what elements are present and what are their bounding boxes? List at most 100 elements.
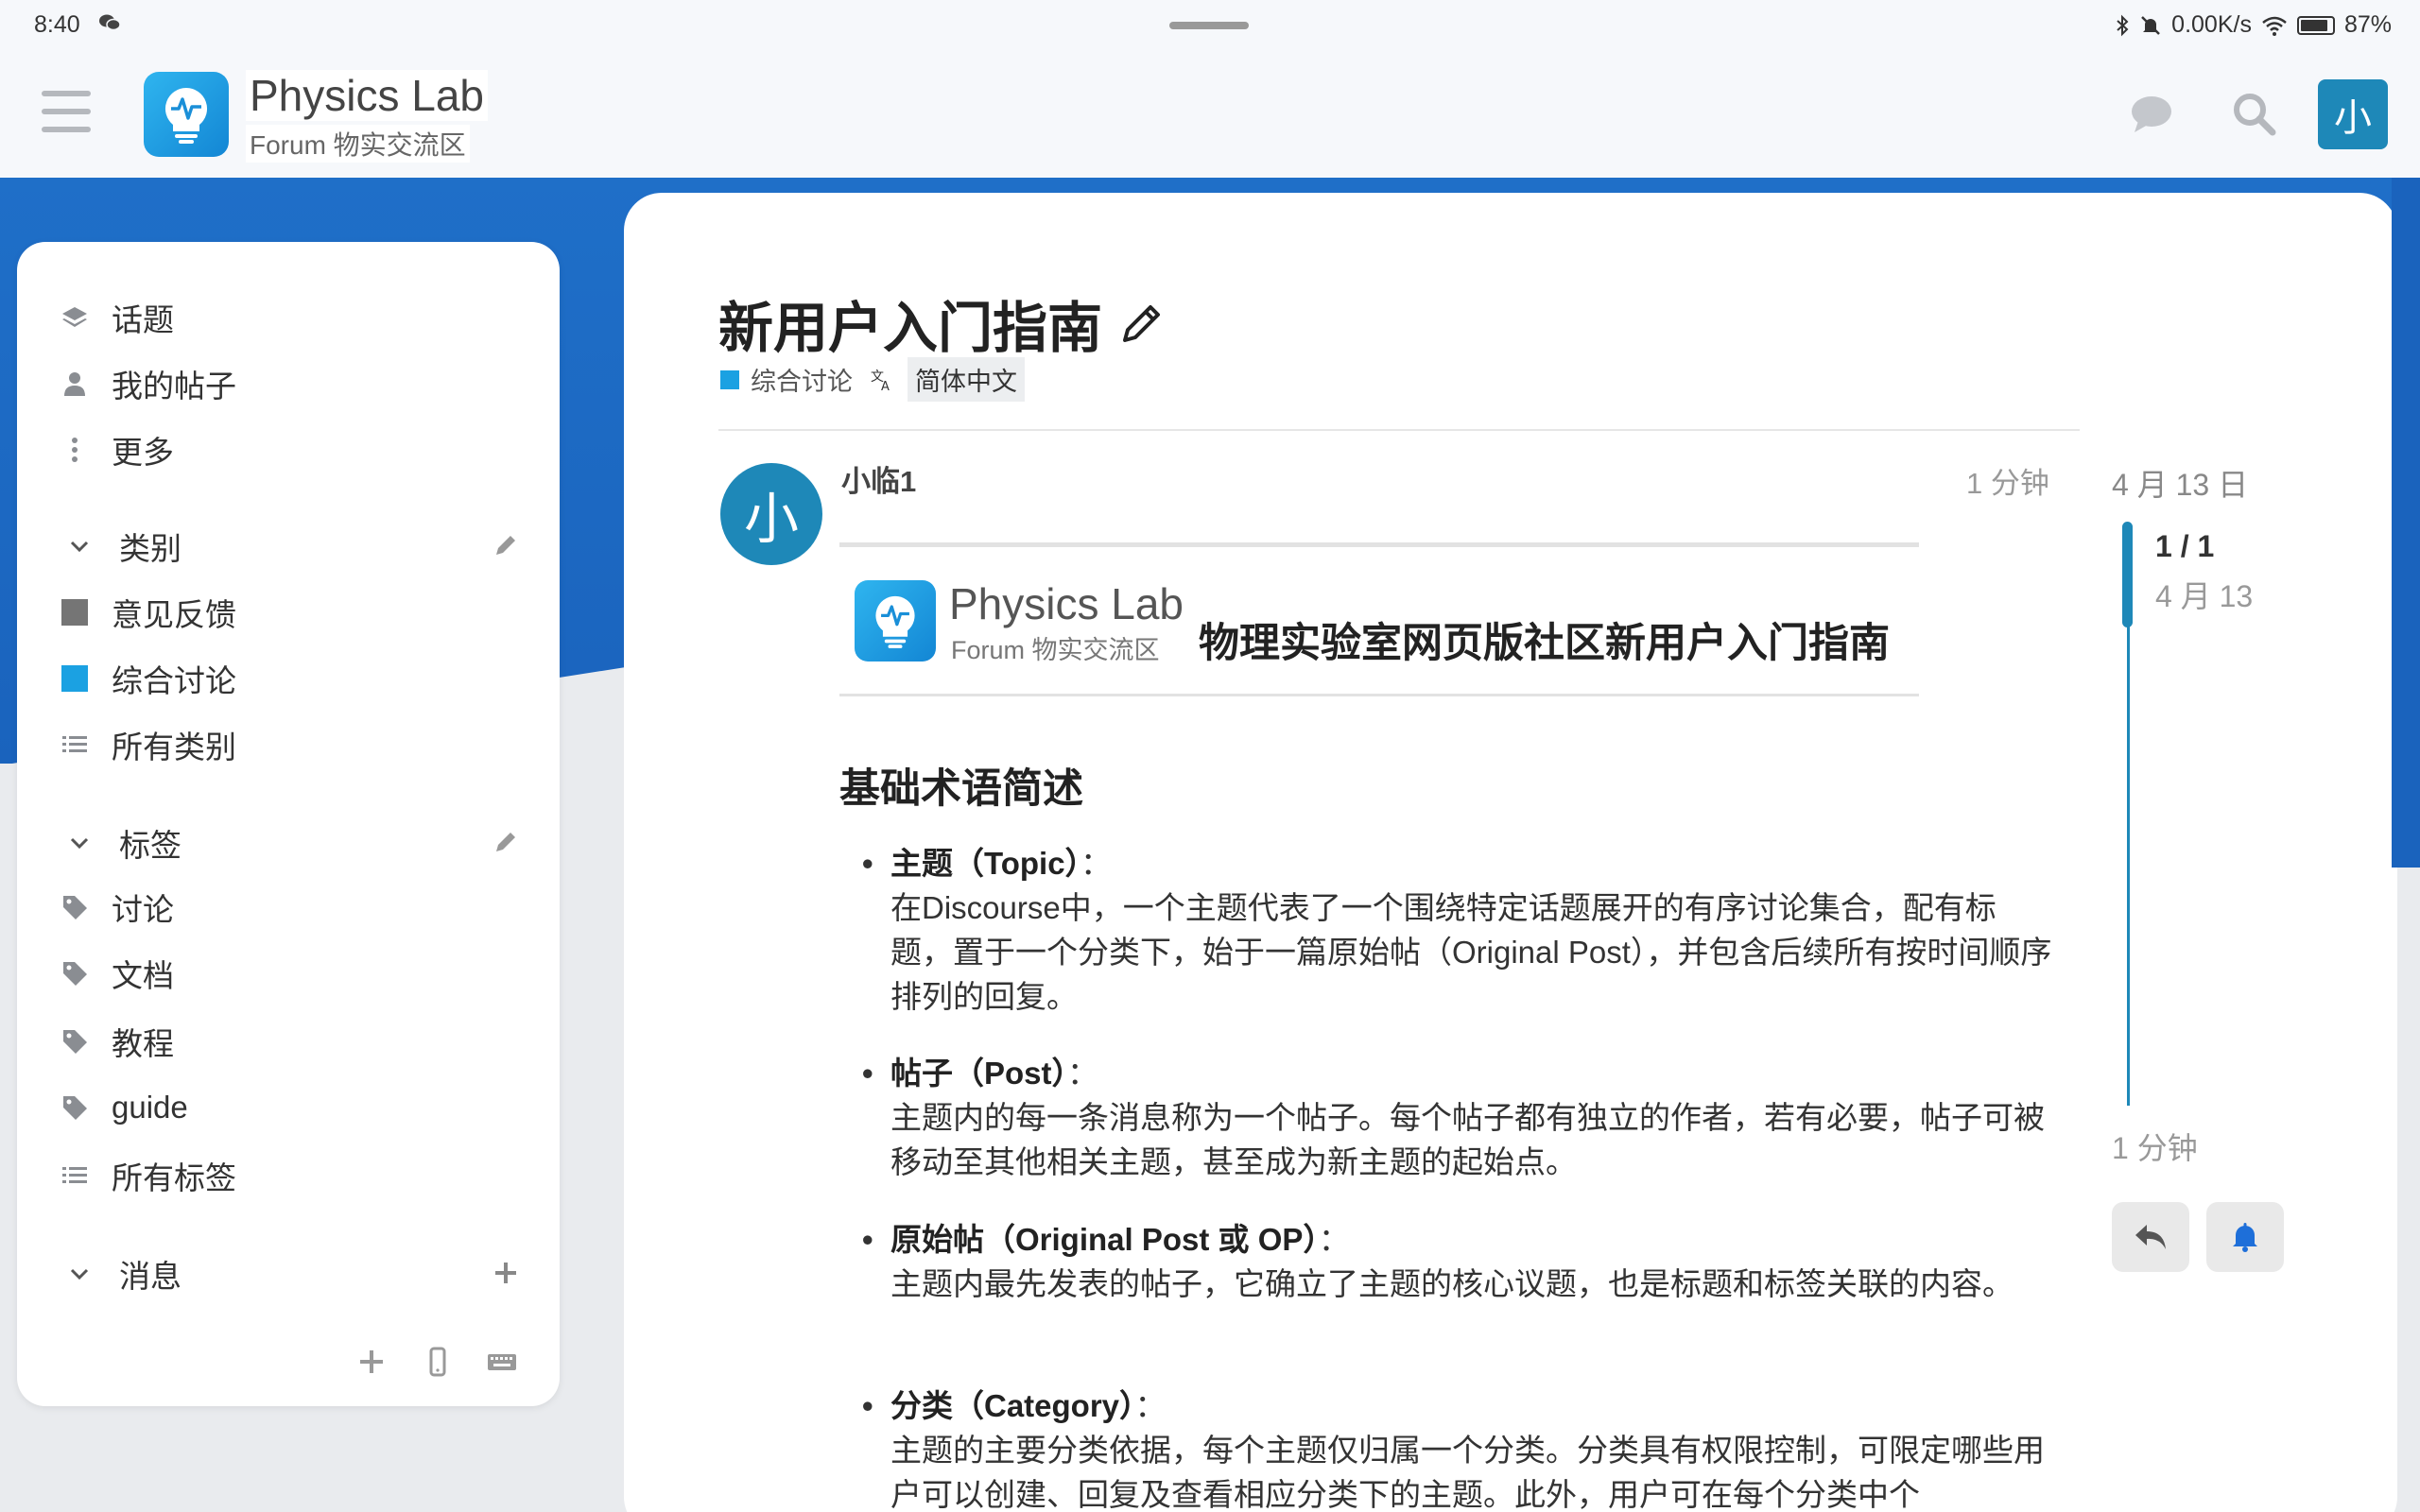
timeline-position-date: 4 月 13 bbox=[2155, 579, 2254, 613]
sidebar-tag-discussion[interactable]: 讨论 bbox=[60, 883, 174, 932]
reply-icon bbox=[2135, 1225, 2166, 1249]
timeline-end-label[interactable]: 1 分钟 bbox=[2112, 1125, 2198, 1168]
topic-title-text: 新用户入门指南 bbox=[718, 298, 1103, 359]
term-colon: ： bbox=[1318, 1222, 1350, 1257]
section-label: 消息 bbox=[119, 1259, 182, 1294]
post-author-avatar[interactable]: 小 bbox=[720, 463, 822, 565]
sidebar-item-label: guide bbox=[112, 1090, 188, 1125]
sidebar-section-tags[interactable]: 标签 bbox=[68, 818, 182, 868]
list-icon bbox=[62, 736, 87, 752]
chevron-down-icon bbox=[70, 541, 89, 553]
term-colon: ： bbox=[1134, 1388, 1167, 1423]
site-logo-subtitle[interactable]: Forum 物实交流区 bbox=[246, 125, 470, 163]
banner-logo-subtitle: Forum 物实交流区 bbox=[951, 636, 1160, 664]
sidebar-tag-tutorial[interactable]: 教程 bbox=[60, 1017, 174, 1066]
banner-logo-title: Physics Lab bbox=[949, 579, 1184, 628]
term-desc: 主题内的每一条消息称为一个帖子。每个帖子都有独立的作者，若有必要，帖子可被移动至… bbox=[890, 1100, 2045, 1179]
right-edge-band bbox=[2392, 178, 2420, 868]
lightbulb-icon bbox=[875, 595, 915, 648]
more-vertical-icon bbox=[72, 438, 78, 462]
timeline-scroller-handle[interactable] bbox=[2122, 522, 2133, 627]
status-bar: 8:40 0.00K/s 87% bbox=[0, 0, 2420, 51]
bullet: • bbox=[862, 1222, 873, 1257]
bullet: • bbox=[862, 1388, 873, 1423]
timeline-start-date[interactable]: 4 月 13 日 bbox=[2112, 461, 2248, 505]
svg-text:A: A bbox=[881, 380, 890, 392]
term-colon: ： bbox=[1067, 1056, 1099, 1091]
timeline-position: 1 / 1 bbox=[2155, 529, 2215, 563]
site-header: Physics Lab Forum 物实交流区 小 bbox=[0, 51, 2420, 178]
sidebar-item-label: 我的帖子 bbox=[112, 369, 236, 404]
keyboard-shortcuts-icon[interactable] bbox=[486, 1346, 518, 1378]
post-time[interactable]: 1 分钟 bbox=[1966, 459, 2049, 502]
user-avatar-button[interactable]: 小 bbox=[2318, 79, 2388, 149]
chevron-down-icon bbox=[70, 837, 89, 850]
term-name: 主题（Topic） bbox=[890, 846, 1081, 881]
sidebar-item-more[interactable]: 更多 bbox=[60, 425, 174, 474]
edit-title-pencil-icon[interactable] bbox=[1119, 301, 1165, 346]
topic-meta: 综合讨论 文 A 简体中文 bbox=[720, 357, 1025, 402]
new-message-plus-icon[interactable] bbox=[492, 1259, 520, 1287]
sidebar-tag-docs[interactable]: 文档 bbox=[60, 949, 174, 998]
term-desc: 主题内最先发表的帖子，它确立了主题的核心议题，也是标题和标签关联的内容。 bbox=[890, 1266, 2014, 1301]
sidebar-item-label: 讨论 bbox=[112, 892, 174, 927]
status-time: 8:40 bbox=[34, 11, 80, 38]
edit-categories-pencil-icon[interactable] bbox=[492, 531, 520, 559]
bell-icon bbox=[2233, 1223, 2257, 1252]
sidebar-all-categories[interactable]: 所有类别 bbox=[60, 720, 236, 769]
language-badge[interactable]: 简体中文 bbox=[908, 357, 1025, 402]
sidebar-section-messages[interactable]: 消息 bbox=[68, 1249, 182, 1298]
mobile-view-icon[interactable] bbox=[422, 1346, 454, 1378]
term-item: • 分类（Category）： 主题的主要分类依据，每个主题仅归属一个分类。分类… bbox=[862, 1383, 2053, 1512]
sidebar-item-my-posts[interactable]: 我的帖子 bbox=[60, 359, 236, 408]
mute-icon bbox=[2141, 15, 2161, 35]
notification-level-button[interactable] bbox=[2206, 1202, 2284, 1272]
post-username[interactable]: 小临1 bbox=[841, 457, 916, 500]
topic-title: 新用户入门指南 bbox=[718, 284, 1165, 363]
sidebar-item-label: 教程 bbox=[112, 1026, 174, 1061]
sidebar-category-feedback[interactable]: 意见反馈 bbox=[60, 588, 236, 637]
sidebar-section-categories[interactable]: 类别 bbox=[68, 522, 182, 571]
banner-heading: 物理实验室网页版社区新用户入门指南 bbox=[1199, 621, 1890, 666]
title-divider bbox=[718, 429, 2080, 431]
term-desc: 主题的主要分类依据，每个主题仅归属一个分类。分类具有权限控制，可限定哪些用户可以… bbox=[890, 1433, 2045, 1512]
sidebar-item-topics[interactable]: 话题 bbox=[60, 293, 174, 342]
status-right: 0.00K/s 87% bbox=[2115, 11, 2392, 39]
sidebar-item-label: 话题 bbox=[112, 302, 174, 337]
term-colon: ： bbox=[1080, 846, 1113, 881]
edit-tags-pencil-icon[interactable] bbox=[492, 828, 520, 856]
reply-button[interactable] bbox=[2112, 1202, 2189, 1272]
network-speed: 0.00K/s bbox=[2171, 11, 2252, 38]
topic-category-link[interactable]: 综合讨论 bbox=[751, 361, 853, 398]
wechat-icon bbox=[99, 14, 121, 31]
user-icon bbox=[64, 372, 85, 396]
wifi-icon bbox=[2262, 16, 2287, 36]
tag-icon bbox=[63, 962, 87, 986]
menu-icon[interactable] bbox=[42, 91, 91, 132]
term-item: • 帖子（Post）： 主题内的每一条消息称为一个帖子。每个帖子都有独立的作者，… bbox=[862, 1051, 2053, 1184]
bluetooth-icon bbox=[2117, 14, 2129, 36]
chat-icon[interactable] bbox=[2129, 91, 2174, 136]
drag-handle[interactable] bbox=[1169, 22, 1249, 29]
list-icon bbox=[62, 1167, 87, 1183]
sidebar-all-tags[interactable]: 所有标签 bbox=[60, 1151, 236, 1200]
banner-top-rule bbox=[839, 542, 1919, 547]
term-name: 帖子（Post） bbox=[890, 1056, 1068, 1091]
section-heading: 基础术语简述 bbox=[839, 766, 1083, 812]
layers-icon bbox=[62, 307, 87, 327]
sidebar-item-label: 所有标签 bbox=[112, 1160, 236, 1195]
sidebar-category-general[interactable]: 综合讨论 bbox=[60, 654, 236, 703]
add-plus-icon[interactable] bbox=[355, 1346, 388, 1378]
tag-icon bbox=[63, 896, 87, 919]
sidebar: 话题 我的帖子 更多 类别 意见反馈 综合讨论 所有类别 标签 讨论 文档 教程… bbox=[17, 242, 560, 1406]
term-name: 分类（Category） bbox=[890, 1388, 1135, 1423]
site-logo-icon[interactable] bbox=[144, 72, 229, 157]
bullet: • bbox=[862, 1056, 873, 1091]
battery-icon bbox=[2296, 15, 2335, 35]
term-item: • 原始帖（Original Post 或 OP）： 主题内最先发表的帖子，它确… bbox=[862, 1217, 2053, 1306]
site-logo-title[interactable]: Physics Lab bbox=[246, 70, 489, 121]
search-icon[interactable] bbox=[2231, 91, 2276, 136]
banner-logo-icon bbox=[855, 580, 936, 662]
category-color-square bbox=[61, 665, 88, 692]
sidebar-tag-guide[interactable]: guide bbox=[60, 1083, 188, 1132]
